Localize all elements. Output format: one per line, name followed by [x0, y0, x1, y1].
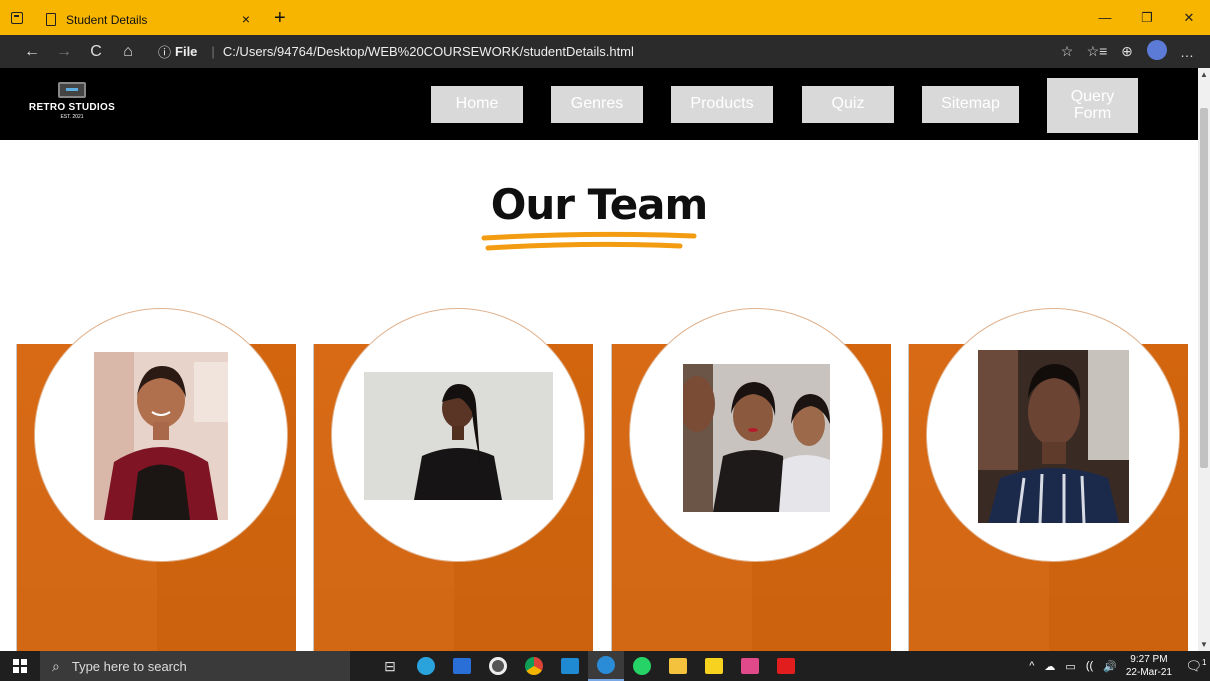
browser-tab-bar: Student Details × + — ❐ ✕	[0, 0, 1210, 35]
tab-close-icon[interactable]: ×	[242, 11, 250, 27]
search-placeholder: Type here to search	[71, 658, 187, 674]
cassette-icon	[58, 82, 86, 98]
favorite-star-icon[interactable]: ☆	[1052, 43, 1082, 60]
nav-quiz-button[interactable]: Quiz	[802, 86, 894, 123]
nav-query-form-button[interactable]: Query Form	[1047, 78, 1138, 133]
file-label: File	[175, 44, 198, 59]
clock-date: 22-Mar-21	[1125, 667, 1172, 678]
window-controls: — ❐ ✕	[1084, 0, 1210, 35]
team-member-photo	[683, 364, 830, 512]
team-member-photo	[94, 352, 228, 520]
close-window-button[interactable]: ✕	[1168, 0, 1210, 35]
taskbar-search-box[interactable]: ⌕ Type here to search	[40, 651, 350, 681]
nav-genres-button[interactable]: Genres	[551, 86, 643, 123]
page-icon	[46, 13, 56, 26]
intellij-icon[interactable]	[732, 651, 768, 681]
task-view-icon[interactable]: ⊟	[372, 651, 408, 681]
show-hidden-icons[interactable]: ^	[1029, 660, 1034, 672]
start-button[interactable]	[0, 659, 40, 673]
nav-sitemap-button[interactable]: Sitemap	[922, 86, 1019, 123]
collections-icon[interactable]: ⊕	[1112, 43, 1142, 60]
scroll-up-icon[interactable]: ▲	[1200, 70, 1208, 79]
notifications-icon[interactable]: 🗨1	[1182, 658, 1210, 674]
address-bar-row: ← → C ⌂ ⓘ File | C:/Users/94764/Desktop/…	[0, 35, 1210, 68]
home-button[interactable]: ⌂	[112, 43, 144, 61]
title-underline	[481, 231, 697, 251]
windows-taskbar: ⌕ Type here to search ⊟ ^ ☁ ▭ (( 🔊 9:27 …	[0, 651, 1210, 681]
minimize-button[interactable]: —	[1084, 0, 1126, 35]
tab-title: Student Details	[66, 12, 148, 27]
media-player-icon[interactable]	[480, 651, 516, 681]
taskbar-apps: ⊟	[372, 651, 804, 681]
onedrive-icon[interactable]: ☁	[1044, 660, 1055, 673]
address-field[interactable]: ⓘ File | C:/Users/94764/Desktop/WEB%20CO…	[158, 42, 634, 61]
clock[interactable]: 9:27 PM 22-Mar-21	[1126, 653, 1172, 679]
clock-time: 9:27 PM	[1130, 654, 1168, 665]
battery-icon[interactable]: ▭	[1065, 660, 1075, 673]
nav-products-button[interactable]: Products	[671, 86, 773, 123]
page-title: Our Team	[490, 180, 709, 229]
notification-count: 1	[1202, 657, 1207, 667]
profile-avatar-icon[interactable]	[1142, 40, 1172, 63]
more-menu-icon[interactable]: …	[1172, 44, 1202, 60]
whatsapp-icon[interactable]	[624, 651, 660, 681]
windows-logo-icon	[13, 659, 27, 673]
edge-icon[interactable]	[588, 651, 624, 681]
url-text[interactable]: C:/Users/94764/Desktop/WEB%20COURSEWORK/…	[223, 44, 634, 59]
file-explorer-icon[interactable]	[660, 651, 696, 681]
favorites-list-icon[interactable]: ☆≡	[1082, 43, 1112, 60]
window-menu-icon[interactable]	[0, 0, 34, 35]
vscode-icon[interactable]	[552, 651, 588, 681]
site-header: RETRO STUDIOS EST. 2021 Home Genres Prod…	[0, 68, 1198, 140]
info-icon[interactable]: ⓘ	[158, 42, 171, 61]
team-cards	[0, 308, 1198, 651]
team-member-photo	[364, 372, 553, 500]
volume-icon[interactable]: 🔊	[1103, 660, 1117, 673]
scroll-down-icon[interactable]: ▼	[1200, 640, 1208, 649]
acrobat-icon[interactable]	[768, 651, 804, 681]
nav-home-button[interactable]: Home	[431, 86, 523, 123]
team-member-photo	[978, 350, 1129, 523]
mail-icon[interactable]	[444, 651, 480, 681]
scroll-thumb[interactable]	[1200, 108, 1208, 468]
browser-tab-active[interactable]: Student Details ×	[34, 4, 260, 35]
restore-button[interactable]: ❐	[1126, 0, 1168, 35]
forward-button[interactable]: →	[48, 43, 80, 61]
wifi-icon[interactable]: ((	[1086, 660, 1093, 672]
logo-est: EST. 2021	[60, 114, 84, 120]
sticky-notes-icon[interactable]	[696, 651, 732, 681]
chrome-icon[interactable]	[516, 651, 552, 681]
system-tray: ^ ☁ ▭ (( 🔊 9:27 PM 22-Mar-21 🗨1	[1024, 651, 1210, 681]
address-separator: |	[211, 44, 215, 59]
logo-name: RETRO STUDIOS	[28, 102, 116, 113]
telegram-icon[interactable]	[408, 651, 444, 681]
refresh-button[interactable]: C	[80, 43, 112, 61]
search-icon: ⌕	[52, 657, 60, 674]
retro-studios-logo[interactable]: RETRO STUDIOS EST. 2021	[22, 82, 122, 126]
new-tab-button[interactable]: +	[274, 8, 286, 28]
page-scrollbar[interactable]: ▲ ▼	[1198, 68, 1210, 651]
page-viewport: RETRO STUDIOS EST. 2021 Home Genres Prod…	[0, 68, 1198, 651]
browser-toolbar-icons: ☆ ☆≡ ⊕ …	[1052, 35, 1202, 68]
back-button[interactable]: ←	[16, 43, 48, 61]
